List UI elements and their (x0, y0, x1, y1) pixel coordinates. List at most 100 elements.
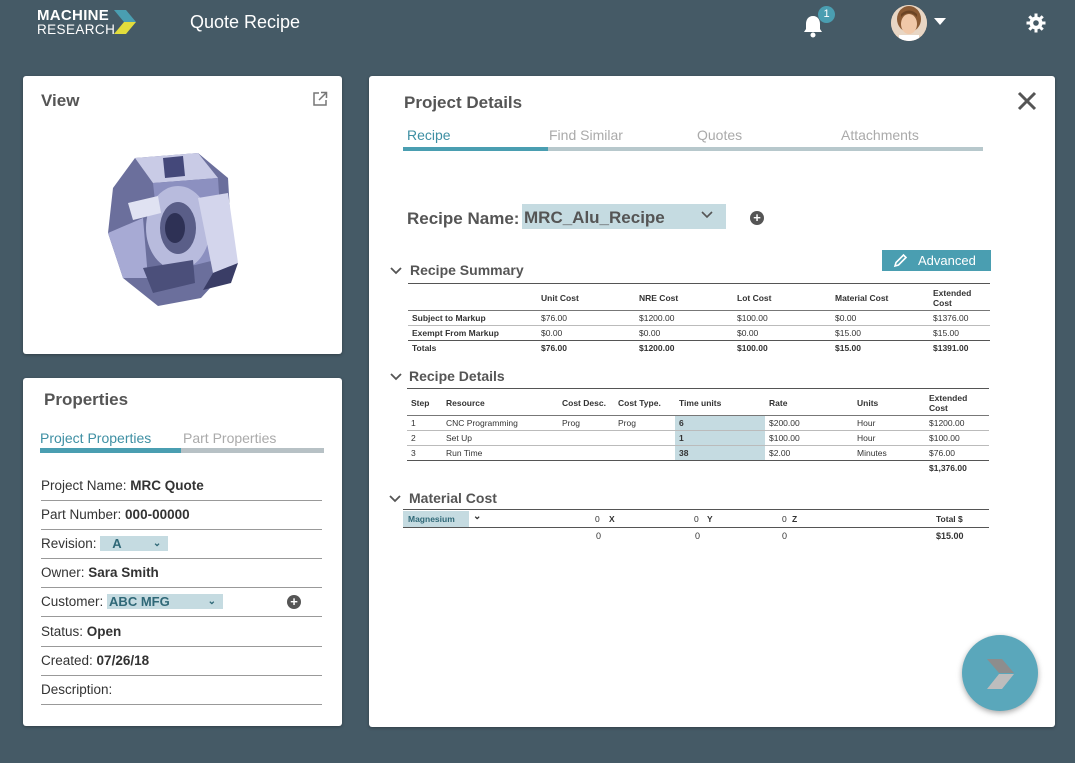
project-details-title: Project Details (404, 93, 523, 112)
tab-attachments[interactable]: Attachments (841, 127, 981, 149)
logo[interactable]: MACHINE RESEARCH (37, 8, 136, 37)
summary-total: $1391.00 (933, 343, 969, 353)
total-label: Total $ (936, 514, 963, 524)
details-col-header: Units (857, 398, 879, 408)
part-number-label: Part Number: (41, 507, 122, 522)
summary-cell: $0.00 (737, 328, 759, 338)
summary-cell: $1200.00 (639, 313, 675, 323)
table-row: Exempt From Markup $0.00 $0.00 $0.00 $15… (408, 326, 990, 341)
summary-cell: $15.00 (933, 328, 959, 338)
details-cell: 1 (411, 418, 416, 428)
notification-badge[interactable]: 1 (818, 6, 835, 23)
chevron-down-icon (701, 211, 713, 219)
details-cell: Set Up (446, 433, 472, 443)
floating-action-button[interactable] (962, 635, 1038, 711)
summary-cell: Subject to Markup (412, 313, 486, 323)
avatar-image (891, 5, 927, 41)
advanced-button[interactable]: Advanced (882, 250, 991, 271)
summary-cell: $100.00 (737, 313, 768, 323)
view-card: View (23, 76, 342, 354)
chevron-down-icon: ⌄ (152, 538, 162, 549)
details-cell: $100.00 (929, 433, 960, 443)
recipe-name-value: MRC_Alu_Recipe (524, 208, 665, 227)
time-units-input[interactable]: 6 (675, 415, 765, 431)
part-number-row: Part Number: 000-00000 (41, 507, 322, 530)
summary-col-header: Unit Cost (541, 293, 579, 303)
material-cost-heading: Material Cost (409, 490, 497, 506)
material-divider (403, 509, 989, 510)
advanced-label: Advanced (918, 253, 976, 268)
avatar[interactable] (891, 5, 927, 41)
revision-select[interactable]: A ⌄ (100, 536, 169, 551)
x-label: X (609, 514, 615, 524)
material-select[interactable]: Magnesium (403, 511, 469, 527)
project-name-label: Project Name: (41, 478, 127, 493)
tab-quotes[interactable]: Quotes (697, 127, 841, 149)
customer-value: ABC MFG (109, 594, 170, 609)
summary-col-header: Extended Cost (933, 288, 972, 308)
properties-tab-underline (40, 448, 324, 453)
details-cell (558, 446, 614, 461)
details-cell: Prog (562, 418, 580, 428)
chevron-down-icon[interactable]: ⌄ (473, 511, 481, 522)
recipe-summary-table: Unit Cost NRE Cost Lot Cost Material Cos… (408, 286, 990, 355)
row2-y-value: 0 (695, 531, 701, 541)
tab-find-similar[interactable]: Find Similar (549, 127, 697, 149)
details-cell: Hour (857, 433, 876, 443)
details-cell: 3 (411, 448, 416, 458)
details-cell: Run Time (446, 448, 483, 458)
details-cell (558, 431, 614, 446)
chevron-down-icon[interactable] (390, 373, 402, 381)
details-cell: $2.00 (769, 448, 791, 458)
recipe-summary-heading: Recipe Summary (410, 262, 524, 278)
open-external-icon[interactable] (312, 91, 328, 107)
totals-row: Totals $76.00 $1200.00 $100.00 $15.00 $1… (408, 341, 990, 356)
summary-total: $15.00 (835, 343, 861, 353)
row2-z-value: 0 (782, 531, 788, 541)
x-value[interactable]: 0 (595, 514, 600, 524)
details-cell: 2 (411, 433, 416, 443)
logo-mark-icon (987, 659, 1014, 689)
y-value[interactable]: 0 (694, 514, 699, 524)
owner-row: Owner: Sara Smith (41, 565, 322, 588)
view-title: View (41, 91, 80, 110)
chevron-down-icon[interactable] (389, 495, 401, 503)
details-cell: Hour (857, 418, 876, 428)
owner-value[interactable]: Sara Smith (88, 565, 159, 580)
summary-cell: $0.00 (639, 328, 661, 338)
created-value[interactable]: 07/26/18 (97, 653, 150, 668)
status-value[interactable]: Open (87, 624, 122, 639)
time-units-input[interactable]: 1 (675, 430, 765, 446)
details-col-header: Cost Desc. (562, 398, 606, 408)
tab-recipe[interactable]: Recipe (407, 127, 549, 149)
add-recipe-icon[interactable]: + (750, 211, 764, 225)
project-name-row: Project Name: MRC Quote (41, 478, 322, 501)
z-value[interactable]: 0 (782, 514, 787, 524)
summary-divider (408, 283, 990, 284)
gear-icon[interactable] (1026, 13, 1046, 33)
revision-row: Revision: A ⌄ (41, 536, 322, 559)
close-icon[interactable] (1016, 90, 1038, 112)
part-number-value[interactable]: 000-00000 (125, 507, 190, 522)
project-details-card: Project Details Recipe Find Similar Quot… (369, 76, 1055, 727)
avatar-dropdown-caret[interactable] (934, 18, 946, 25)
summary-col-header: Material Cost (835, 293, 889, 303)
add-customer-icon[interactable]: + (287, 595, 301, 609)
details-total: $1,376.00 (929, 463, 967, 473)
logo-line2: RESEARCH (37, 22, 116, 37)
customer-label: Customer: (41, 594, 104, 609)
recipe-name-select[interactable]: MRC_Alu_Recipe (522, 204, 726, 229)
details-cell: Minutes (857, 448, 887, 458)
customer-select[interactable]: ABC MFG ⌄ (107, 594, 224, 609)
project-name-value[interactable]: MRC Quote (130, 478, 204, 493)
details-col-header: Rate (769, 398, 788, 408)
details-col-header: Extended Cost (929, 393, 968, 413)
top-bar: MACHINE RESEARCH Quote Recipe 1 (0, 0, 1075, 48)
material-value: Magnesium (408, 514, 455, 524)
status-row: Status: Open (41, 624, 322, 647)
chevron-down-icon[interactable] (390, 267, 402, 275)
customer-row: Customer: ABC MFG ⌄ + (41, 594, 322, 617)
part-3d-model[interactable] (103, 148, 248, 310)
details-col-header: Cost Type. (618, 398, 661, 408)
time-units-input[interactable]: 38 (675, 445, 765, 461)
